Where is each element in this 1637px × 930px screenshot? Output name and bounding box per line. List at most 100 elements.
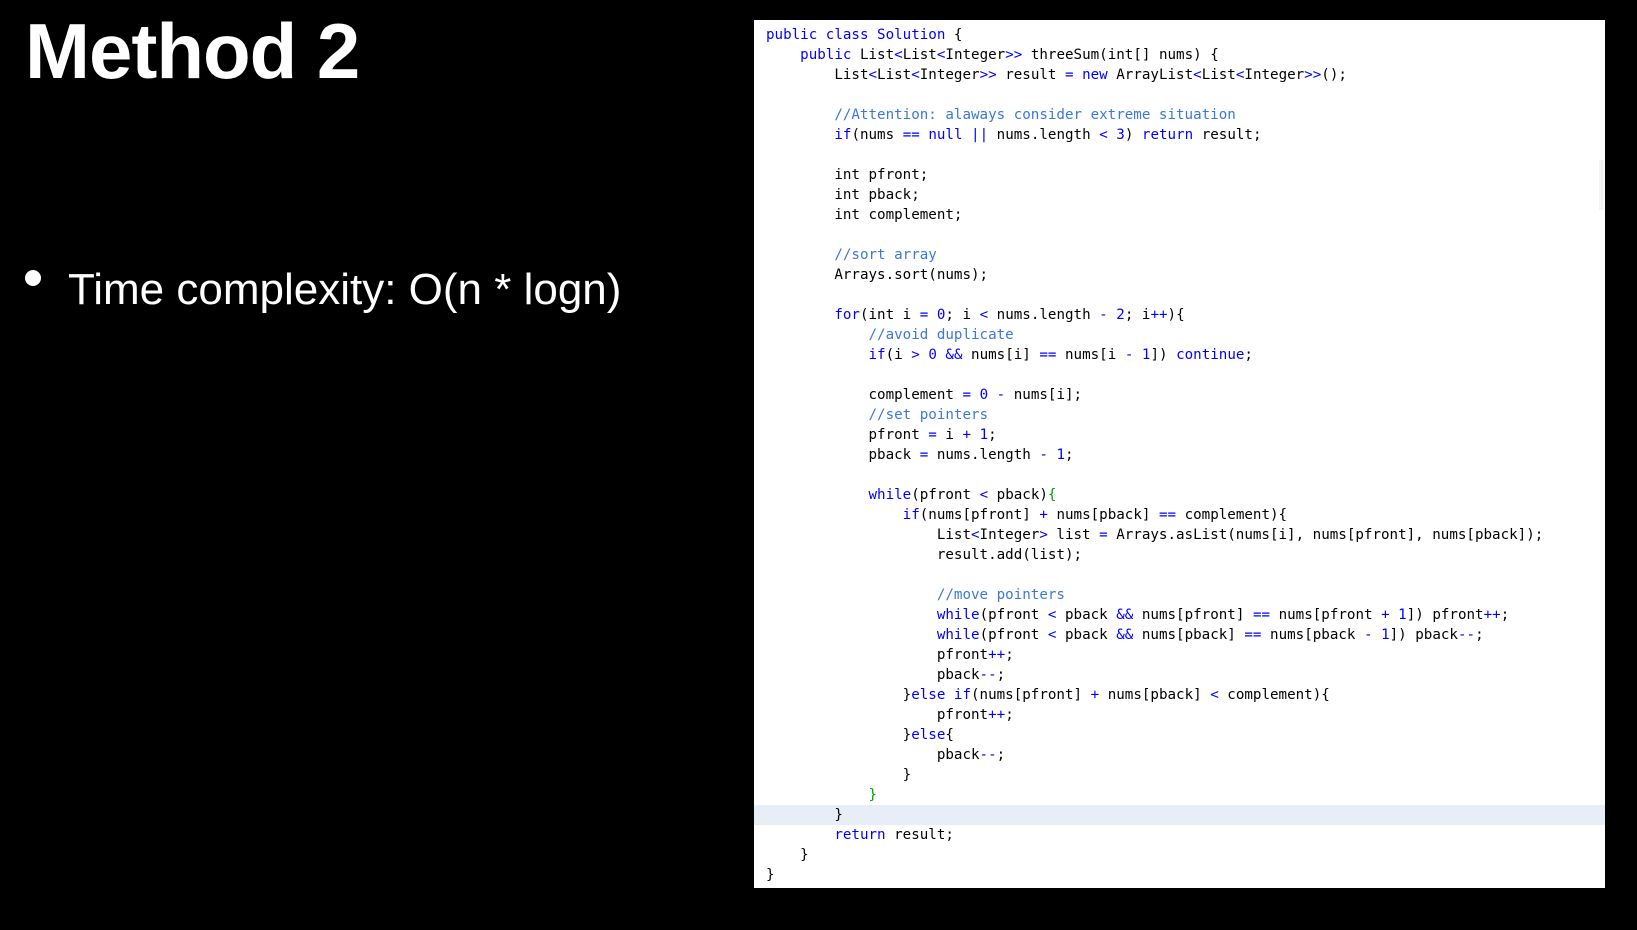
code-token: else if — [911, 687, 972, 703]
scrollbar[interactable] — [1599, 160, 1604, 210]
code-line[interactable]: //sort array — [766, 245, 1605, 265]
code-line[interactable]: pback--; — [766, 745, 1605, 765]
code-line[interactable] — [766, 565, 1605, 585]
code-token: < — [911, 67, 920, 83]
code-token: nums[pback] — [1099, 687, 1211, 703]
code-line[interactable]: while(pfront < pback){ — [766, 485, 1605, 505]
code-line[interactable]: int pfront; — [766, 165, 1605, 185]
code-token: + — [1090, 687, 1100, 703]
code-line[interactable]: //Attention: alaways consider extreme si… — [766, 105, 1605, 125]
code-line[interactable]: while(pfront < pback && nums[pback] == n… — [766, 625, 1605, 645]
code-line[interactable]: pback = nums.length - 1; — [766, 445, 1605, 465]
code-line[interactable] — [766, 285, 1605, 305]
code-token: && — [1116, 627, 1134, 643]
code-line[interactable] — [766, 225, 1605, 245]
code-line[interactable]: for(int i = 0; i < nums.length - 2; i++)… — [766, 305, 1605, 325]
code-line[interactable]: //avoid duplicate — [766, 325, 1605, 345]
code-line[interactable]: }else if(nums[pfront] + nums[pback] < co… — [766, 685, 1605, 705]
code-line[interactable]: } — [766, 845, 1605, 865]
code-line[interactable]: complement = 0 - nums[i]; — [766, 385, 1605, 405]
code-token: int pfront; — [766, 167, 929, 183]
code-line[interactable]: int pback; — [766, 185, 1605, 205]
code-token: = — [919, 447, 929, 463]
code-token: pback) — [988, 487, 1048, 503]
code-token: && — [1116, 607, 1134, 623]
code-token: -- — [1457, 627, 1476, 643]
code-token: (pfront — [979, 627, 1048, 643]
code-token: (); — [1321, 67, 1347, 83]
code-line[interactable]: return result; — [766, 825, 1605, 845]
code-line[interactable] — [766, 145, 1605, 165]
code-line[interactable]: if(i > 0 && nums[i] == nums[i - 1]) cont… — [766, 345, 1605, 365]
code-line[interactable]: }else{ — [766, 725, 1605, 745]
code-token: pback — [766, 747, 980, 763]
code-token: //Attention: alaways consider extreme si… — [834, 107, 1236, 123]
code-token: pfront — [766, 647, 989, 663]
code-line[interactable]: //move pointers — [766, 585, 1605, 605]
code-line[interactable]: if(nums == null || nums.length < 3) retu… — [766, 125, 1605, 145]
code-line[interactable]: pfront = i + 1; — [766, 425, 1605, 445]
code-line[interactable] — [766, 85, 1605, 105]
code-token: == — [1039, 347, 1057, 363]
code-token: Integer — [1244, 67, 1305, 83]
code-line[interactable]: public List<List<Integer>> threeSum(int[… — [766, 45, 1605, 65]
code-token: threeSum(int[] nums) { — [1022, 47, 1219, 63]
code-line[interactable]: if(nums[pfront] + nums[pback] == complem… — [766, 505, 1605, 525]
code-token: List — [766, 67, 869, 83]
code-token: while — [936, 607, 980, 623]
code-token: ]) pback — [1389, 627, 1458, 643]
code-line[interactable]: } — [766, 785, 1605, 805]
code-token: ; — [988, 427, 997, 443]
code-line[interactable]: pfront++; — [766, 645, 1605, 665]
code-line[interactable] — [766, 365, 1605, 385]
code-token: (i — [885, 347, 912, 363]
code-token: 1 — [1398, 607, 1407, 623]
code-line[interactable]: while(pfront < pback && nums[pfront] == … — [766, 605, 1605, 625]
code-token: < — [1099, 127, 1108, 143]
code-token: else — [911, 727, 946, 743]
code-line[interactable]: } — [754, 805, 1605, 825]
code-line[interactable]: pback--; — [766, 665, 1605, 685]
code-line[interactable]: } — [766, 765, 1605, 785]
code-line[interactable]: public class Solution { — [766, 25, 1605, 45]
code-token: (nums — [851, 127, 903, 143]
code-token: List — [1201, 67, 1236, 83]
code-editor-panel[interactable]: public class Solution { public List<List… — [754, 20, 1605, 888]
code-token: ArrayList — [1107, 67, 1194, 83]
code-line[interactable]: } — [766, 865, 1605, 885]
code-token: > — [1039, 527, 1048, 543]
code-line[interactable]: pfront++; — [766, 705, 1605, 725]
code-line[interactable]: List<List<Integer>> result = new ArrayLi… — [766, 65, 1605, 85]
code-token: pfront — [766, 707, 989, 723]
code-token: ; — [1500, 607, 1510, 623]
code-line[interactable]: List<Integer> list = Arrays.asList(nums[… — [766, 525, 1605, 545]
code-token: (nums[pfront] — [971, 687, 1091, 703]
code-token: ]) pfront — [1406, 607, 1484, 623]
code-line[interactable]: int complement; — [766, 205, 1605, 225]
code-token: == — [1244, 627, 1262, 643]
code-token: -- — [979, 667, 997, 683]
code-line[interactable]: result.add(list); — [766, 545, 1605, 565]
code-line[interactable] — [766, 465, 1605, 485]
code-token: while — [868, 487, 912, 503]
code-token: - — [1039, 447, 1048, 463]
code-line[interactable]: Arrays.sort(nums); — [766, 265, 1605, 285]
code-token: i — [936, 427, 963, 443]
code-token: } — [868, 787, 878, 803]
code-block[interactable]: public class Solution { public List<List… — [754, 25, 1605, 885]
code-token: || — [971, 127, 989, 143]
code-token: (pfront — [911, 487, 980, 503]
code-token: ){ — [1167, 307, 1185, 323]
code-token: + — [1381, 607, 1390, 623]
code-line[interactable]: //set pointers — [766, 405, 1605, 425]
code-token: //avoid duplicate — [868, 327, 1014, 343]
